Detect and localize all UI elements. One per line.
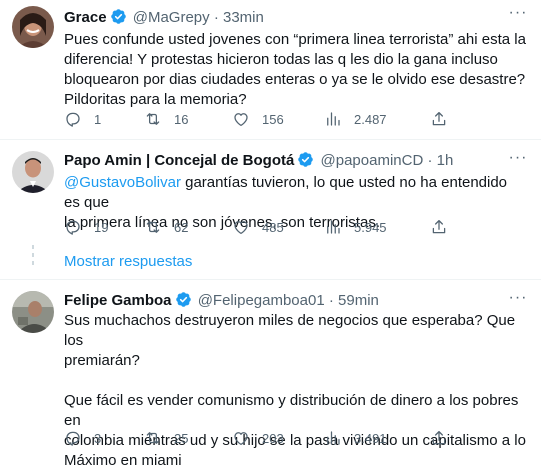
avatar-grace[interactable] — [12, 6, 54, 48]
like-button[interactable]: 156 — [232, 109, 284, 129]
tweet-text-line: Que fácil es vender comunismo y distribu… — [64, 392, 519, 429]
views-button[interactable]: 5.945 — [324, 217, 387, 237]
share-button[interactable] — [430, 217, 448, 237]
author-name[interactable]: Felipe Gamboa — [64, 292, 172, 309]
tweet-actions: 1 16 156 2.487 — [64, 109, 464, 129]
author-name[interactable]: Papo Amin | Concejal de Bogotá — [64, 152, 294, 169]
like-icon — [234, 432, 248, 446]
views-count: 2.487 — [354, 111, 387, 127]
like-icon — [234, 221, 248, 235]
like-count: 203 — [262, 430, 284, 446]
reply-count: 1 — [94, 111, 102, 127]
reply-count: 19 — [94, 219, 109, 235]
author-handle[interactable]: @papoaminCD — [321, 152, 424, 169]
views-icon — [327, 112, 340, 126]
tweet-timestamp[interactable]: 33min — [223, 9, 264, 26]
share-icon — [432, 111, 446, 126]
retweet-icon — [146, 432, 160, 444]
author-handle[interactable]: @Felipegamboa01 — [198, 292, 325, 309]
retweet-icon — [146, 221, 160, 233]
tweet-text: Pues confunde usted jovenes con “primera… — [64, 30, 527, 110]
avatar-felipe-gamboa[interactable] — [12, 291, 54, 333]
views-icon — [327, 431, 340, 445]
retweet-button[interactable]: 16 — [144, 109, 188, 129]
tweet-text-line: Sus muchachos destruyeron miles de negoc… — [64, 312, 516, 349]
tweet-felipe-gamboa[interactable]: Felipe Gamboa @Felipegamboa01 · 59min ··… — [0, 281, 541, 476]
tweet-header: Felipe Gamboa @Felipegamboa01 · 59min — [64, 291, 529, 311]
reply-button[interactable]: 3 — [64, 428, 101, 448]
more-icon[interactable]: ··· — [507, 290, 529, 311]
tweet-text-line: diferencia! Y protestas hicieron todas l… — [64, 51, 498, 68]
retweet-count: 25 — [174, 430, 189, 446]
like-button[interactable]: 485 — [232, 217, 284, 237]
share-icon — [432, 430, 446, 445]
tweet-feed: Grace @MaGrepy · 33min ··· Pues confunde… — [0, 0, 541, 476]
avatar-papo-amin[interactable] — [12, 151, 54, 193]
tweet-text-line: Pildoritas para la memoria? — [64, 91, 247, 108]
tweet-text-line: bloquearon por dias ciudades enteras o y… — [64, 71, 526, 88]
tweet-papo-amin[interactable]: Papo Amin | Concejal de Bogotá @papoamin… — [0, 141, 541, 245]
verified-badge-icon — [175, 292, 191, 307]
tweet-timestamp[interactable]: 59min — [338, 292, 379, 309]
retweet-button[interactable]: 25 — [144, 428, 188, 448]
like-count: 485 — [262, 219, 284, 235]
mention-link[interactable]: @GustavoBolivar — [64, 174, 181, 191]
share-button[interactable] — [430, 109, 448, 129]
author-name[interactable]: Grace — [64, 9, 107, 26]
separator-dot: · — [328, 292, 334, 309]
share-button[interactable] — [430, 428, 448, 448]
retweet-count: 16 — [174, 111, 189, 127]
views-icon — [327, 220, 340, 234]
show-replies-row[interactable]: Mostrar respuestas — [0, 245, 541, 280]
tweet-actions: 3 25 203 3.491 — [64, 428, 464, 448]
separator-dot: · — [213, 9, 219, 26]
author-handle[interactable]: @MaGrepy — [133, 9, 210, 26]
reply-icon — [66, 220, 80, 235]
reply-count: 3 — [94, 430, 102, 446]
views-count: 3.491 — [354, 430, 387, 446]
share-icon — [432, 219, 446, 234]
reply-icon — [66, 431, 80, 446]
retweet-icon — [146, 113, 160, 125]
tweet-text-line — [64, 371, 527, 391]
tweet-text-line: premiarán? — [64, 352, 140, 369]
more-icon[interactable]: ··· — [507, 5, 529, 26]
tweet-timestamp[interactable]: 1h — [437, 152, 454, 169]
tweet-actions: 19 62 485 5.945 — [64, 217, 464, 237]
tweet-text-line: @GustavoBolivar garantías tuvieron, lo q… — [64, 173, 527, 213]
like-button[interactable]: 203 — [232, 428, 284, 448]
retweet-button[interactable]: 62 — [144, 217, 188, 237]
reply-button[interactable]: 19 — [64, 217, 108, 237]
verified-badge-icon — [110, 9, 126, 24]
reply-icon — [66, 112, 80, 127]
tweet-text-line: Pues confunde usted jovenes con “primera… — [64, 31, 526, 48]
like-icon — [234, 113, 248, 127]
separator-dot: · — [427, 152, 433, 169]
show-replies-link[interactable]: Mostrar respuestas — [64, 252, 192, 272]
tweet-text-line: Máximo en miami — [64, 452, 182, 469]
views-button[interactable]: 3.491 — [324, 428, 387, 448]
tweet-header: Papo Amin | Concejal de Bogotá @papoamin… — [64, 151, 529, 171]
retweet-count: 62 — [174, 219, 189, 235]
reply-button[interactable]: 1 — [64, 109, 101, 129]
views-button[interactable]: 2.487 — [324, 109, 387, 129]
more-icon[interactable]: ··· — [507, 150, 529, 171]
views-count: 5.945 — [354, 219, 387, 235]
verified-badge-icon — [298, 152, 314, 167]
tweet-header: Grace @MaGrepy · 33min — [64, 8, 529, 28]
like-count: 156 — [262, 111, 284, 127]
tweet-grace[interactable]: Grace @MaGrepy · 33min ··· Pues confunde… — [0, 0, 541, 140]
